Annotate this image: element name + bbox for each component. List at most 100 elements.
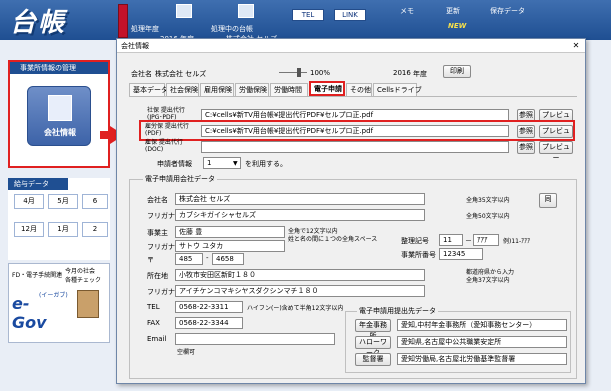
office-info-panel: 事業所情報の管理 会社情報 (8, 60, 110, 168)
month-cell[interactable]: 12月 (14, 222, 44, 237)
company-info-button[interactable]: 会社情報 (27, 86, 91, 146)
email-hint: 空欄可 (177, 349, 196, 356)
zoom-value: 100% (310, 69, 331, 77)
chevron-down-icon[interactable]: ▼ (233, 160, 238, 167)
month-cell[interactable]: 1月 (48, 222, 78, 237)
zoom-slider[interactable] (279, 68, 307, 77)
tel-hint: ハイフン(ー)含めて半角12文字以内 (247, 305, 344, 312)
person-icon (77, 290, 99, 318)
applicant-info-label: 申請者情報 (157, 160, 192, 168)
furigana-field[interactable]: カブシキガイシャセルズ (175, 209, 425, 221)
group-title: 電子申請用会社データ (143, 174, 217, 184)
zip-field-2[interactable]: 4658 (212, 253, 244, 265)
owner-field[interactable]: 佐藤 豊 (175, 226, 285, 238)
link-button[interactable]: LINK (334, 9, 366, 21)
tab-other[interactable]: その他 (346, 83, 372, 96)
dialog-title: 会社情報 (117, 39, 585, 53)
egov-sub-label: (イーガブ) (39, 292, 68, 299)
salary-data-panel: 給与データ 4月 5月 6 12月 1月 2 (8, 178, 110, 260)
close-icon[interactable]: ✕ (569, 39, 583, 53)
company-label: 会社名 (147, 196, 168, 204)
zip-label: 〒 (147, 256, 154, 264)
tel-button[interactable]: TEL (292, 9, 324, 21)
building-icon (48, 95, 72, 121)
fax-label: FAX (147, 319, 160, 327)
agency-label-koho: 雇保 提出代行 (DOC) (145, 139, 183, 153)
calendar-icon[interactable] (176, 4, 192, 18)
destination-group-title: 電子申請用提出先データ (357, 306, 438, 316)
labor-office-field[interactable]: 愛知労働局,名古屋北労働基準監督署 (397, 353, 567, 365)
owner-label: 事業主 (147, 229, 168, 237)
company-name-value: 株式会社 セルズ (155, 70, 207, 78)
month-cell[interactable]: 2 (82, 222, 108, 237)
month-cell[interactable]: 4月 (14, 194, 44, 209)
processing-year-label: 処理年度 (131, 25, 159, 33)
email-field[interactable] (175, 333, 335, 345)
registration-field-1[interactable]: 11 (439, 234, 463, 246)
month-cell[interactable]: 5月 (48, 194, 78, 209)
owner-hint-2: 姓と名の間に１つの全角スペース (288, 236, 378, 243)
hello-work-field[interactable]: 愛知県,名古屋中公共職業安定所 (397, 336, 567, 348)
browse-button-koho[interactable]: 参照 (517, 141, 535, 154)
tab-social-insurance[interactable]: 社会保険 (166, 83, 199, 96)
company-info-label: 会社情報 (44, 128, 76, 137)
same-button[interactable]: 同 (539, 193, 557, 208)
zoom-track (279, 72, 307, 73)
memo-label[interactable]: メモ (400, 6, 414, 16)
registration-example: 例)11-ｱｱｱ (503, 238, 531, 245)
zip-dash: - (206, 254, 209, 262)
month-cell[interactable]: 6 (82, 194, 108, 209)
tab-cells-drive[interactable]: Cellsドライブ (373, 83, 422, 96)
company-info-dialog: 会社情報 ✕ 会社名 株式会社 セルズ 100% 2016 年度 印刷 基本デー… (116, 38, 586, 384)
agency-path-koho[interactable] (201, 141, 509, 153)
salary-data-title: 給与データ (8, 178, 68, 190)
browse-button-roho[interactable]: 参照 (517, 125, 535, 138)
address-field[interactable]: 小牧市安田区新町１８０ (175, 269, 425, 281)
processing-ledger-label: 処理中の台帳 (211, 25, 253, 33)
company-name-label: 会社名 (131, 70, 152, 78)
company-field[interactable]: 株式会社 セルズ (175, 193, 425, 205)
office-number-label: 事業所番号 (401, 251, 436, 259)
app-logo: 台帳 (10, 8, 67, 38)
tab-divider (129, 96, 577, 97)
address-furigana-field[interactable]: アイチケンコマキシヤスダクシンマチ１８０ (175, 285, 425, 297)
email-label: Email (147, 335, 167, 343)
tel-field[interactable]: 0568-22-3311 (175, 301, 243, 313)
save-data-label[interactable]: 保存データ (490, 6, 525, 16)
pension-office-button[interactable]: 年金事務所 (355, 319, 391, 340)
furigana-hint: 全角50文字以内 (466, 213, 510, 220)
pension-office-field[interactable]: 愛知,中村年金事務所（愛知事務センター） (397, 319, 567, 331)
fd-procedure-label[interactable]: FD・電子手続関連 (12, 270, 62, 279)
labor-office-button[interactable]: 監督署 (355, 353, 391, 366)
zoom-thumb[interactable] (297, 68, 301, 77)
year-value: 2016 (393, 69, 411, 77)
update-label[interactable]: 更新 (446, 6, 460, 16)
office-info-panel-title: 事業所情報の管理 (10, 62, 108, 74)
registration-field-2[interactable]: ｱｱｱ (473, 234, 499, 246)
tab-working-hours[interactable]: 労働時間 (270, 83, 308, 96)
furigana-label: フリガナ (147, 212, 175, 220)
tab-employment-insurance[interactable]: 雇用保険 (200, 83, 234, 96)
owner-furigana-field[interactable]: サトウ ユタカ (175, 240, 285, 252)
tab-labor-insurance[interactable]: 労働保険 (235, 83, 269, 96)
applicant-info-suffix: を利用する。 (245, 160, 287, 168)
owner-furigana-label: フリガナ (147, 243, 175, 251)
zip-field-1[interactable]: 485 (175, 253, 203, 265)
hello-work-button[interactable]: ハローワーク (355, 336, 391, 357)
new-badge: NEW (448, 22, 467, 30)
book-icon (118, 4, 128, 38)
ledger-icon[interactable] (238, 4, 254, 18)
registration-dash: － (465, 237, 472, 245)
tab-basic-data[interactable]: 基本データ (129, 83, 168, 96)
agency-label-roho: 雇労保 提出代行 (PDF) (145, 123, 189, 137)
preview-button-koho[interactable]: プレビュー (539, 141, 573, 162)
tab-e-application[interactable]: 電子申請 (309, 81, 345, 96)
app-header: 台帳 処理年度 2016 年度 処理中の台帳 株式会社 セルズ TEL LINK… (0, 0, 611, 43)
print-button[interactable]: 印刷 (443, 65, 471, 78)
monthly-check-label[interactable]: 今月の社会 各種チェック (65, 266, 109, 284)
tel-label: TEL (147, 303, 160, 311)
agency-path-roho[interactable]: C:¥cells¥新TV用台帳¥提出代行PDF¥セルプロ正.pdf (201, 125, 509, 137)
preview-button-roho[interactable]: プレビュー (539, 125, 573, 146)
office-number-field[interactable]: 12345 (439, 248, 483, 260)
fax-field[interactable]: 0568-22-3344 (175, 317, 243, 329)
